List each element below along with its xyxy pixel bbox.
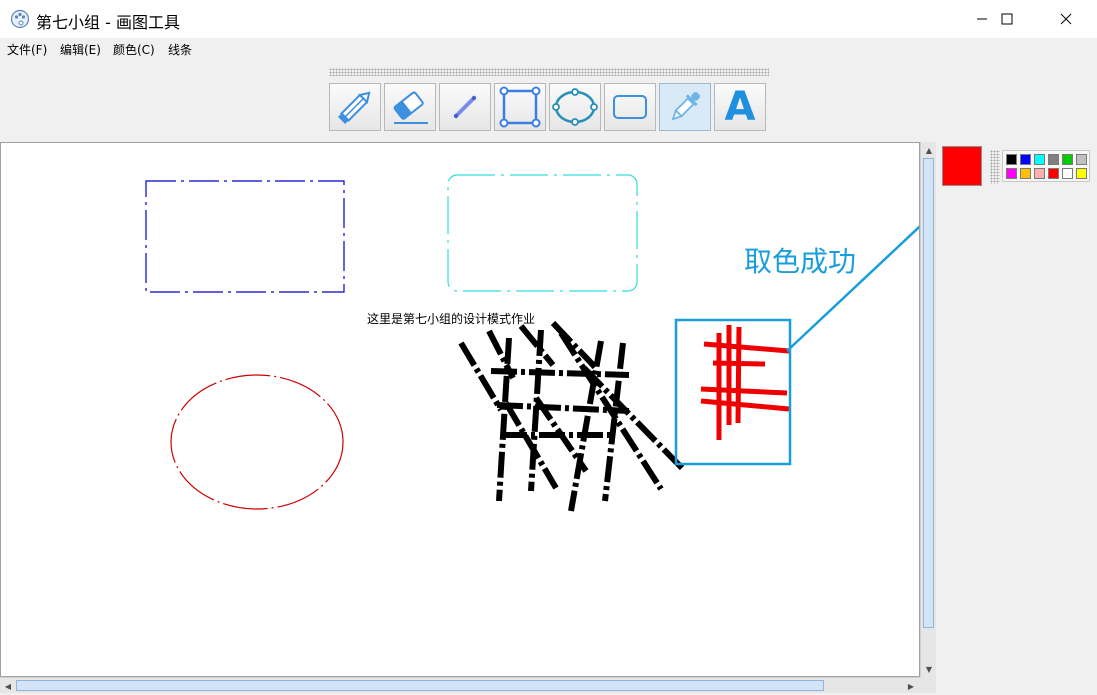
pencil-icon: [338, 91, 371, 124]
eraser-tool-button[interactable]: [384, 83, 436, 131]
palette-swatch[interactable]: [1062, 168, 1073, 179]
window-title: 第七小组 - 画图工具: [36, 13, 180, 32]
rectangle-icon: [499, 86, 541, 128]
maximize-button[interactable]: [984, 0, 1030, 38]
toolbar: A: [0, 60, 1097, 142]
scroll-corner: [920, 677, 936, 693]
vertical-scrollbar[interactable]: ▲ ▼: [920, 142, 936, 677]
palette-swatch[interactable]: [1034, 168, 1045, 179]
scroll-up-button[interactable]: ▲: [921, 142, 937, 158]
menu-edit[interactable]: 编辑(E): [60, 41, 101, 58]
canvas-text: 这里是第七小组的设计模式作业: [367, 311, 535, 326]
palette-swatch[interactable]: [1076, 168, 1087, 179]
palette-grip[interactable]: [990, 150, 1000, 184]
drawing-canvas[interactable]: 这里是第七小组的设计模式作业: [0, 142, 920, 677]
canvas-drawing: 这里是第七小组的设计模式作业: [145, 174, 919, 512]
palette-swatch[interactable]: [1020, 154, 1031, 165]
horizontal-scrollbar[interactable]: ◀ ▶: [0, 677, 920, 693]
color-picker-tool-button[interactable]: [659, 83, 711, 131]
black-scribble: [458, 320, 685, 512]
scroll-right-button[interactable]: ▶: [903, 678, 919, 694]
cyan-rounded-rectangle: [447, 174, 638, 292]
palette-swatch[interactable]: [1076, 154, 1087, 165]
maximize-icon: [1001, 13, 1013, 25]
oval-icon: [552, 88, 598, 126]
blue-rectangle: [145, 180, 345, 293]
palette-swatch[interactable]: [1048, 168, 1059, 179]
horizontal-scroll-thumb[interactable]: [16, 680, 824, 691]
line-tool-button[interactable]: [439, 83, 491, 131]
rounded-rectangle-icon: [613, 95, 647, 119]
oval-tool-button[interactable]: [549, 83, 601, 131]
red-hash-strokes: [700, 325, 790, 440]
palette-swatch[interactable]: [1020, 168, 1031, 179]
palette-swatch[interactable]: [1006, 154, 1017, 165]
rounded-rectangle-tool-button[interactable]: [604, 83, 656, 131]
palette-swatch[interactable]: [1062, 154, 1073, 165]
color-panel: [936, 142, 1097, 695]
pencil-tool-button[interactable]: [329, 83, 381, 131]
vertical-scroll-thumb[interactable]: [923, 158, 934, 628]
palette-swatch[interactable]: [1006, 168, 1017, 179]
scroll-down-button[interactable]: ▼: [921, 661, 937, 677]
menu-bar: 文件(F) 编辑(E) 颜色(C) 线条: [0, 38, 1097, 60]
color-palette: [1002, 150, 1090, 182]
close-icon: [1060, 13, 1072, 25]
rectangle-tool-button[interactable]: [494, 83, 546, 131]
menu-file[interactable]: 文件(F): [7, 41, 47, 58]
menu-line[interactable]: 线条: [168, 41, 192, 58]
menu-color[interactable]: 颜色(C): [113, 41, 155, 58]
palette-swatch[interactable]: [1034, 154, 1045, 165]
eraser-icon: [393, 91, 428, 124]
scroll-left-button[interactable]: ◀: [0, 678, 16, 694]
red-oval: [170, 374, 344, 510]
eyedropper-icon: [671, 91, 701, 121]
toolbar-grip[interactable]: [329, 68, 769, 76]
title-bar: 第七小组 - 画图工具: [0, 0, 1097, 38]
annotation-text: 取色成功: [744, 245, 857, 278]
palette-swatch[interactable]: [1048, 154, 1059, 165]
close-button[interactable]: [1043, 0, 1089, 38]
palette-icon: [10, 9, 30, 29]
line-icon: [453, 95, 477, 119]
text-icon: A: [724, 84, 756, 130]
current-color-swatch: [942, 146, 982, 186]
text-tool-button[interactable]: A: [714, 83, 766, 131]
